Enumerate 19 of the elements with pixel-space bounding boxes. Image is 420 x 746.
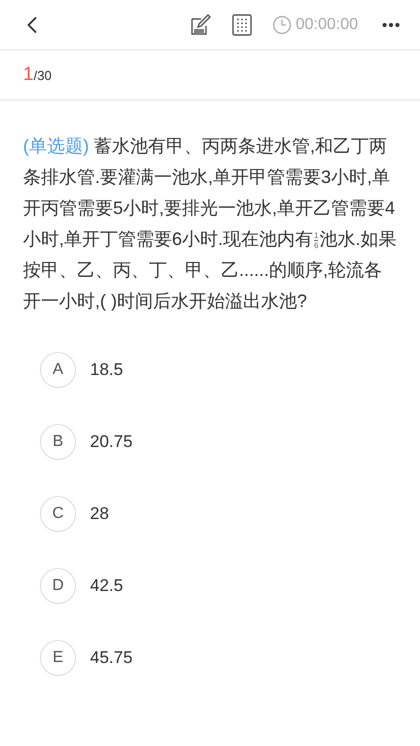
option-letter: A [40, 352, 76, 388]
answer-option[interactable]: C 28 [40, 496, 370, 532]
option-text: 20.75 [90, 431, 133, 454]
grid-icon[interactable] [232, 14, 252, 36]
option-text: 42.5 [90, 575, 124, 598]
answer-option[interactable]: D 42.5 [40, 568, 370, 604]
timer-text: 00:00:00 [296, 14, 358, 34]
option-text: 18.5 [90, 359, 124, 382]
question-counter: 1/30 [23, 62, 52, 87]
answer-option[interactable]: B 20.75 [40, 424, 370, 460]
option-letter: C [40, 496, 76, 532]
answer-option[interactable]: E 45.75 [40, 640, 370, 676]
option-letter: E [40, 640, 76, 676]
clock-icon [272, 14, 292, 34]
option-text: 45.75 [90, 647, 133, 670]
option-letter: D [40, 568, 76, 604]
answer-option[interactable]: A 18.5 [40, 352, 370, 388]
option-letter: B [40, 424, 76, 460]
option-text: 28 [90, 503, 109, 526]
